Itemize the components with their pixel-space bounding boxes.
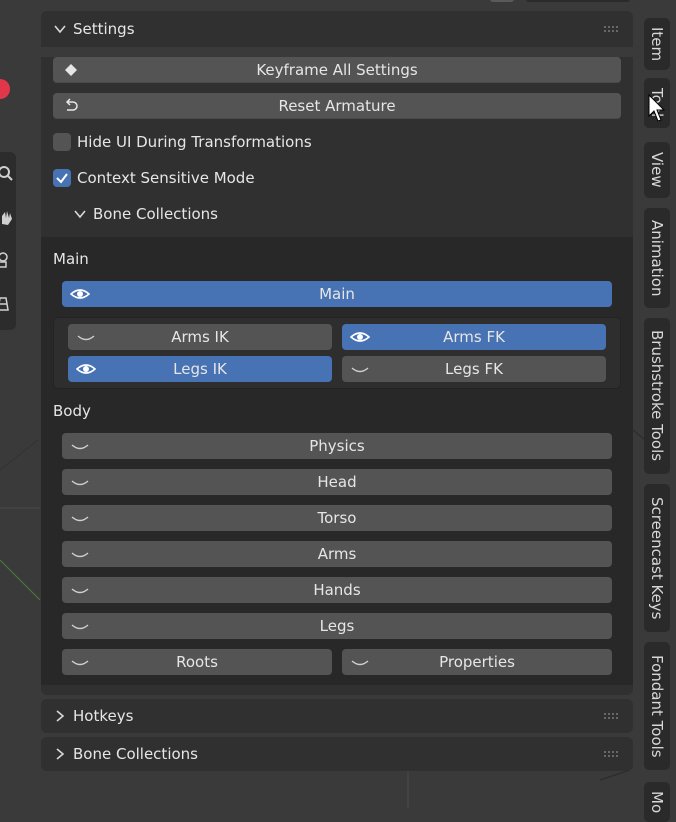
camera-view-icon[interactable] [0, 252, 16, 268]
eye-closed-icon [70, 474, 90, 490]
chevron-down-icon [54, 25, 66, 34]
eye-open-icon [349, 329, 371, 345]
sidebar-tab-label: Mo [648, 790, 666, 814]
chevron-right-icon [56, 748, 65, 760]
collection-toggle-head[interactable]: Head [62, 469, 612, 495]
hotkeys-panel-header[interactable]: Hotkeys [41, 699, 633, 733]
limb-controls-group: Arms IK Arms FK Legs IK Legs FK [53, 317, 621, 389]
drag-handle-icon[interactable] [603, 25, 621, 33]
context-sensitive-mode-row[interactable]: Context Sensitive Mode [53, 165, 621, 191]
keyframe-diamond-icon [65, 64, 77, 76]
reset-arrow-icon [65, 98, 78, 111]
collection-toggle-main[interactable]: Main [62, 281, 612, 307]
grid-view-icon[interactable] [0, 296, 16, 312]
collection-toggle-label: Head [317, 473, 357, 491]
collection-toggle-arms-ik[interactable]: Arms IK [68, 324, 332, 350]
sidebar-tab-label: Animation [648, 219, 666, 297]
hide-ui-during-transformations-row[interactable]: Hide UI During Transformations [53, 129, 621, 155]
collection-toggle-label: Roots [176, 653, 218, 671]
settings-panel-header[interactable]: Settings [41, 11, 633, 47]
collection-toggle-legs-ik[interactable]: Legs IK [68, 356, 332, 382]
section-label-body: Body [53, 402, 91, 420]
sidebar-tab-label: Fondant Tools [648, 654, 666, 758]
sidebar-tab-fondant-tools[interactable]: Fondant Tools [644, 642, 670, 770]
bone-collections-panel-header[interactable]: Bone Collections [41, 737, 633, 771]
collection-toggle-label: Arms [317, 545, 357, 563]
reset-armature-label: Reset Armature [278, 97, 396, 115]
bone-collections-subpanel-title: Bone Collections [93, 205, 218, 223]
eye-closed-icon [70, 438, 90, 454]
context-sensitive-checkbox[interactable] [53, 169, 71, 187]
collection-toggle-label: Legs IK [173, 360, 227, 378]
left-toolbar [0, 152, 16, 330]
collection-toggle-hands[interactable]: Hands [62, 577, 612, 603]
settings-panel-title: Settings [73, 20, 135, 38]
collection-toggle-arms[interactable]: Arms [62, 541, 612, 567]
keyframe-all-settings-button[interactable]: Keyframe All Settings [53, 57, 621, 83]
settings-panel: Settings Keyframe All Settings Reset Arm… [41, 11, 633, 771]
collection-toggle-label: Legs FK [445, 360, 503, 378]
collection-toggle-label: Arms FK [443, 328, 505, 346]
context-sensitive-label: Context Sensitive Mode [77, 169, 255, 187]
bone-collections-subpanel-header[interactable]: Bone Collections [53, 201, 621, 227]
eye-closed-icon [350, 654, 370, 670]
collection-toggle-legs-fk[interactable]: Legs FK [342, 356, 606, 382]
chevron-right-icon [56, 710, 65, 722]
chevron-down-icon [74, 210, 86, 219]
top-header-widgets [450, 0, 630, 4]
drag-handle-icon[interactable] [603, 712, 621, 720]
eye-open-icon [75, 361, 97, 377]
collection-toggle-arms-fk[interactable]: Arms FK [342, 324, 606, 350]
eye-closed-icon [70, 654, 90, 670]
sidebar-tab-label: Brushstroke Tools [648, 330, 666, 462]
mouse-cursor-icon [648, 94, 666, 122]
eye-open-icon [69, 286, 91, 302]
collection-toggle-physics[interactable]: Physics [62, 433, 612, 459]
hide-ui-checkbox[interactable] [53, 133, 71, 151]
collection-toggle-legs[interactable]: Legs [62, 613, 612, 639]
collection-toggle-label: Arms IK [171, 328, 229, 346]
reset-armature-button[interactable]: Reset Armature [53, 93, 621, 119]
collection-toggle-roots[interactable]: Roots [62, 649, 332, 675]
sidebar-tab-view[interactable]: View [644, 142, 670, 198]
zoom-icon[interactable] [0, 166, 16, 182]
eye-closed-icon [70, 546, 90, 562]
collection-toggle-label: Torso [317, 509, 357, 527]
sidebar-tab-brushstroke-tools[interactable]: Brushstroke Tools [644, 318, 670, 474]
eye-closed-icon [70, 510, 90, 526]
keyframe-all-settings-label: Keyframe All Settings [256, 61, 418, 79]
sidebar-tab-mo[interactable]: Mo [644, 782, 670, 822]
hotkeys-panel-title: Hotkeys [73, 707, 134, 725]
bone-collections-panel-title: Bone Collections [73, 745, 198, 763]
eye-closed-icon [350, 361, 370, 377]
sidebar-tab-screencast-keys[interactable]: Screencast Keys [644, 484, 670, 632]
checkmark-icon [56, 173, 68, 184]
sidebar-tab-item[interactable]: Item [644, 18, 670, 70]
collection-toggle-label: Main [319, 285, 355, 303]
section-label-main: Main [53, 250, 89, 268]
sidebar-tab-label: View [648, 152, 666, 188]
eye-closed-icon [70, 582, 90, 598]
collection-toggle-label: Hands [313, 581, 361, 599]
hide-ui-label: Hide UI During Transformations [77, 133, 312, 151]
collection-toggle-torso[interactable]: Torso [62, 505, 612, 531]
bone-collections-subpanel-body: Main Main Arms IK Arms FK Legs IK Legs FK B… [41, 237, 633, 685]
eye-closed-icon [76, 329, 96, 345]
drag-handle-icon[interactable] [603, 750, 621, 758]
eye-closed-icon [70, 618, 90, 634]
collection-toggle-label: Legs [319, 617, 355, 635]
settings-panel-body: Keyframe All Settings Reset Armature Hid… [41, 57, 633, 695]
hand-pan-icon[interactable] [0, 210, 16, 226]
collection-toggle-label: Properties [439, 653, 515, 671]
collection-toggle-label: Physics [309, 437, 365, 455]
sidebar-tab-label: Screencast Keys [648, 496, 666, 620]
collection-toggle-properties[interactable]: Properties [342, 649, 612, 675]
sidebar-tab-animation[interactable]: Animation [644, 208, 670, 308]
sidebar-tab-label: Item [648, 26, 666, 62]
